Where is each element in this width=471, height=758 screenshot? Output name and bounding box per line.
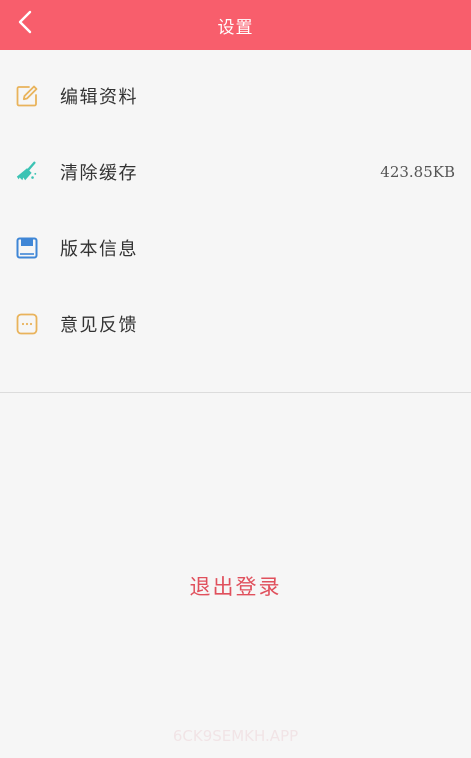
back-button[interactable] [10,9,40,39]
floppy-icon [15,236,39,260]
feedback-icon [15,312,39,336]
menu-item-version-info[interactable]: 版本信息 [0,210,471,286]
watermark-text: 6CK9SEMKH.APP [172,727,299,745]
settings-menu: 编辑资料 清除缓存 423.85KB 版本信息 意见反馈 [0,58,471,362]
page-title: 设置 [217,17,254,38]
settings-screen: 设置 编辑资料 清除缓存 423.85KB 版本信息 意见反馈 退出登录 6CK… [0,0,471,758]
logout-label: 退出登录 [189,575,282,599]
cache-size-value: 423.85KB [380,163,455,181]
section-divider [0,392,471,393]
menu-item-label: 意见反馈 [60,315,138,336]
logout-button[interactable]: 退出登录 [0,568,471,604]
edit-icon [15,84,39,108]
header-bar: 设置 [0,0,471,50]
broom-icon [15,160,39,184]
menu-item-edit-profile[interactable]: 编辑资料 [0,58,471,134]
menu-item-label: 版本信息 [60,239,138,260]
chevron-left-icon [16,9,34,39]
menu-item-feedback[interactable]: 意见反馈 [0,286,471,362]
menu-item-label: 清除缓存 [60,163,138,184]
menu-item-clear-cache[interactable]: 清除缓存 423.85KB [0,134,471,210]
menu-item-label: 编辑资料 [60,87,138,108]
